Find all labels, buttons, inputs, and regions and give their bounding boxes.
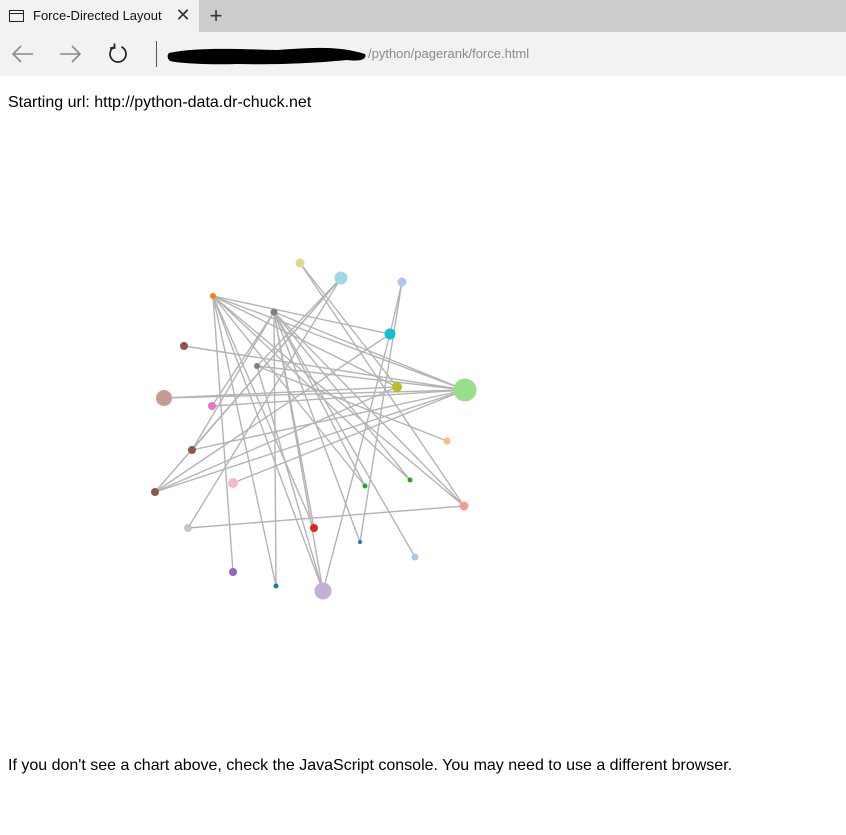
refresh-icon [109,43,127,63]
graph-node[interactable] [273,583,279,589]
graph-node[interactable] [310,524,318,532]
redacted-url-mark [167,47,366,65]
graph-node[interactable] [334,271,348,285]
graph-node[interactable] [180,342,188,350]
graph-node[interactable] [228,478,238,488]
arrow-right-icon [60,45,82,63]
graph-node[interactable] [254,363,260,369]
forward-button[interactable] [54,38,86,70]
page-content: Starting url: http://python-data.dr-chuc… [0,76,846,835]
graph-node[interactable] [188,446,196,454]
force-directed-graph[interactable] [0,226,846,686]
back-button[interactable] [7,38,39,70]
close-tab-icon[interactable]: ✕ [173,5,193,25]
graph-node[interactable] [459,501,469,511]
graph-node[interactable] [384,328,396,340]
graph-node[interactable] [270,308,278,316]
graph-node[interactable] [411,553,419,561]
graph-link [299,262,465,507]
new-tab-button[interactable]: + [204,4,228,28]
graph-link [212,295,234,573]
graph-node[interactable] [392,382,402,392]
window-icon [9,10,24,22]
graph-node[interactable] [151,488,159,496]
graph-node[interactable] [453,378,477,402]
graph-node[interactable] [184,524,192,532]
arrow-left-icon [11,45,33,63]
url-text: /python/pagerank/force.html [368,46,530,61]
graph-node[interactable] [229,568,237,576]
graph-node[interactable] [314,582,332,600]
graph-link [299,262,398,388]
graph-link [154,386,398,493]
graph-node[interactable] [362,483,368,489]
graph-node[interactable] [443,437,451,445]
graph-node[interactable] [358,540,362,544]
address-bar[interactable]: /python/pagerank/force.html [163,40,833,68]
graph-node[interactable] [397,277,407,287]
graph-link [212,295,465,507]
tab-force-directed-layout[interactable]: Force-Directed Layout ✕ [0,0,199,32]
graph-node[interactable] [295,258,305,268]
graph-node[interactable] [407,477,413,483]
tab-title: Force-Directed Layout [33,8,162,23]
graph-links [154,262,466,592]
starting-url-text: Starting url: http://python-data.dr-chuc… [8,94,312,111]
graph-node[interactable] [208,402,216,410]
graph-link [154,389,466,493]
graph-node[interactable] [156,390,172,406]
navigation-bar: /python/pagerank/force.html [0,32,846,76]
nav-separator [156,41,157,67]
graph-link [273,311,315,529]
refresh-button[interactable] [102,38,134,70]
browser-hint-text: If you don't see a chart above, check th… [8,757,733,774]
tab-strip: Force-Directed Layout ✕ + [0,0,846,32]
graph-link [389,281,403,335]
graph-node[interactable] [210,293,216,299]
